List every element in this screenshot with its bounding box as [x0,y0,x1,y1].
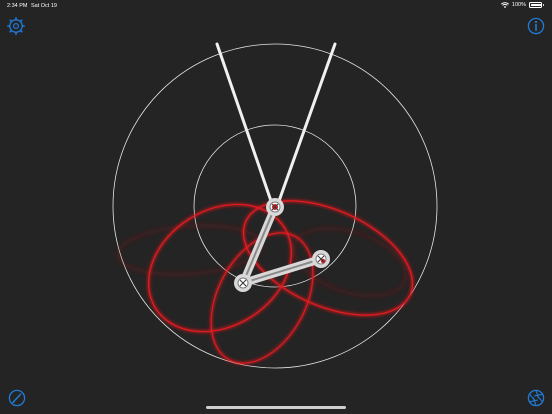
right-suspension-string [277,42,337,203]
end-joint[interactable] [312,250,330,268]
info-icon[interactable] [526,16,546,36]
home-indicator[interactable] [206,406,346,409]
app-screen: 2:34 PM Sat Oct 19 100% [0,0,552,414]
aperture-icon[interactable] [526,388,546,408]
pencil-icon[interactable] [7,388,27,408]
pendulum-stage[interactable] [0,0,552,414]
middle-joint[interactable] [234,274,252,292]
pivot-joint[interactable] [266,198,284,216]
settings-gear-icon[interactable] [6,16,26,36]
faded-trace-left [117,224,263,276]
left-suspension-string [215,42,273,203]
